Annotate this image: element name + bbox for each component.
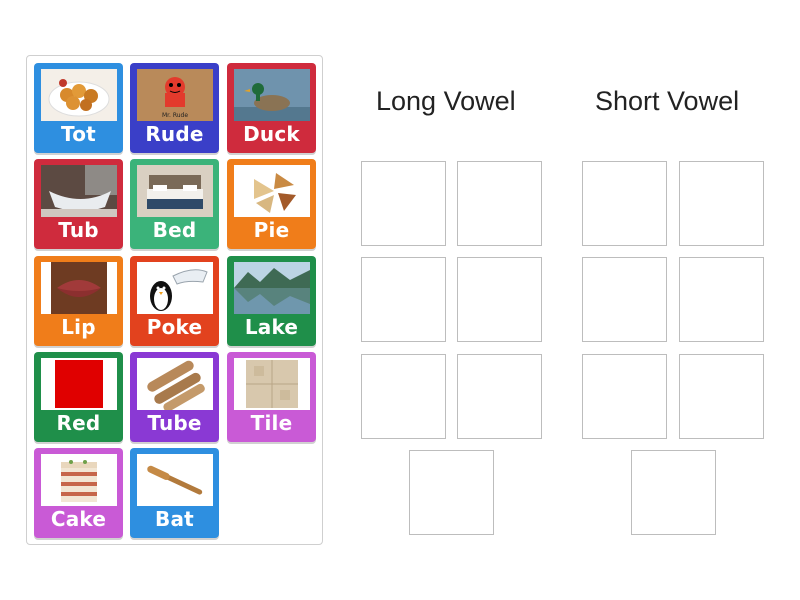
short-vowel-drop-slot[interactable] xyxy=(631,450,716,535)
penguin-poke-image xyxy=(136,262,213,314)
card-label: Duck xyxy=(243,122,300,146)
card-duck[interactable]: Duck xyxy=(227,63,316,153)
card-label: Lip xyxy=(61,315,96,339)
short-vowel-drop-slot[interactable] xyxy=(582,161,667,246)
bathtub-image xyxy=(40,165,117,217)
card-tot[interactable]: Tot xyxy=(34,63,123,153)
card-red[interactable]: Red xyxy=(34,352,123,442)
card-label: Poke xyxy=(146,315,203,339)
group-heading-long-vowel: Long Vowel xyxy=(376,86,516,116)
red-square-image xyxy=(40,358,117,410)
cardboard-tubes-image xyxy=(136,358,213,410)
card-label: Tub xyxy=(58,218,99,242)
mr-rude-caption: Mr. Rude xyxy=(161,112,187,119)
long-vowel-drop-slot[interactable] xyxy=(457,257,542,342)
layer-cake-image xyxy=(40,454,117,506)
card-tube[interactable]: Tube xyxy=(130,352,219,442)
card-lip[interactable]: Lip xyxy=(34,256,123,346)
floor-tile-image xyxy=(233,358,310,410)
card-label: Tube xyxy=(147,411,202,435)
card-tub[interactable]: Tub xyxy=(34,159,123,249)
card-bat[interactable]: Bat xyxy=(130,448,219,538)
lips-image xyxy=(40,262,117,314)
card-label: Rude xyxy=(145,122,204,146)
short-vowel-drop-slot[interactable] xyxy=(582,257,667,342)
card-label: Pie xyxy=(253,218,290,242)
lake-image xyxy=(233,262,310,314)
long-vowel-drop-slot[interactable] xyxy=(361,354,446,439)
card-label: Red xyxy=(56,411,101,435)
card-label: Tot xyxy=(61,122,96,146)
short-vowel-drop-slot[interactable] xyxy=(679,257,764,342)
card-label: Bed xyxy=(152,218,197,242)
card-label: Lake xyxy=(244,315,299,339)
duck-image xyxy=(233,69,310,121)
long-vowel-drop-slot[interactable] xyxy=(409,450,494,535)
card-cake[interactable]: Cake xyxy=(34,448,123,538)
card-rude[interactable]: Mr. Rude Rude xyxy=(130,63,219,153)
group-heading-short-vowel: Short Vowel xyxy=(595,86,740,116)
card-label: Cake xyxy=(50,507,107,531)
card-poke[interactable]: Poke xyxy=(130,256,219,346)
short-vowel-drop-slot[interactable] xyxy=(679,354,764,439)
short-vowel-drop-slot[interactable] xyxy=(582,354,667,439)
long-vowel-drop-slot[interactable] xyxy=(457,354,542,439)
long-vowel-drop-slot[interactable] xyxy=(361,257,446,342)
card-tile[interactable]: Tile xyxy=(227,352,316,442)
card-lake[interactable]: Lake xyxy=(227,256,316,346)
card-label: Bat xyxy=(155,507,194,531)
chicken-nuggets-image xyxy=(40,69,117,121)
card-pie[interactable]: Pie xyxy=(227,159,316,249)
long-vowel-drop-slot[interactable] xyxy=(457,161,542,246)
long-vowel-drop-slot[interactable] xyxy=(361,161,446,246)
short-vowel-drop-slot[interactable] xyxy=(679,161,764,246)
baseball-bat-image xyxy=(136,454,213,506)
mr-rude-image: Mr. Rude xyxy=(136,69,213,121)
card-bed[interactable]: Bed xyxy=(130,159,219,249)
card-label: Tile xyxy=(250,411,293,435)
pie-slices-image xyxy=(233,165,310,217)
bed-image xyxy=(136,165,213,217)
